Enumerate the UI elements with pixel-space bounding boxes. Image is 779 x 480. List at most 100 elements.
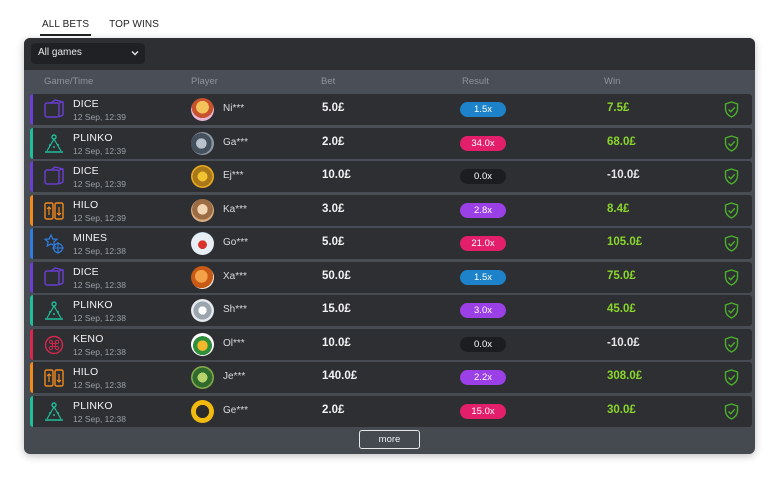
result-multiplier: 3.0x	[460, 303, 506, 318]
bet-time: 12 Sep, 12:39	[73, 145, 126, 156]
shield-check-icon[interactable]	[724, 369, 739, 386]
column-win: Win	[604, 76, 621, 87]
shield-check-icon[interactable]	[724, 168, 739, 185]
table-row[interactable]: HILO 12 Sep, 12:39 Ka*** 3.0£ 2.8x 8.4£	[30, 194, 752, 226]
win-amount: -10.0£	[607, 336, 640, 349]
game-accent-bar	[30, 161, 33, 192]
bet-time: 12 Sep, 12:38	[73, 413, 126, 424]
bet-time: 12 Sep, 12:39	[73, 212, 126, 223]
shield-check-icon[interactable]	[724, 268, 739, 286]
column-result: Result	[462, 76, 489, 87]
bet-amount: 5.0£	[322, 102, 345, 114]
avatar-icon	[191, 366, 214, 389]
game-accent-bar	[30, 228, 33, 259]
bets-tabs: ALL BETS TOP WINS	[40, 16, 161, 36]
game-name: PLINKO	[73, 399, 113, 412]
game-accent-bar	[30, 194, 33, 226]
avatar-icon	[191, 399, 214, 423]
shield-check-icon[interactable]	[724, 402, 739, 420]
bet-time: 12 Sep, 12:38	[73, 380, 126, 390]
result-multiplier: 2.2x	[460, 370, 506, 385]
bet-time: 12 Sep, 12:38	[73, 313, 126, 323]
avatar-icon	[191, 332, 214, 356]
shield-check-icon[interactable]	[724, 235, 739, 252]
win-amount: 45.0£	[607, 303, 636, 315]
bet-amount: 50.0£	[322, 269, 351, 282]
bet-amount: 15.0£	[322, 303, 351, 315]
player-name: Sh***	[223, 304, 247, 315]
game-accent-bar	[30, 362, 33, 393]
hilo-icon	[43, 367, 65, 389]
game-name: KENO	[73, 332, 104, 345]
tab-all-bets[interactable]: ALL BETS	[40, 16, 92, 36]
win-amount: 75.0£	[607, 269, 636, 282]
bet-amount: 3.0£	[322, 202, 345, 215]
game-name: HILO	[73, 198, 99, 211]
bet-amount: 2.0£	[322, 403, 345, 416]
keno-icon	[43, 334, 65, 356]
player-name: Xa***	[223, 270, 247, 282]
game-name: HILO	[73, 366, 99, 378]
game-name: DICE	[73, 165, 99, 177]
mines-icon	[43, 233, 65, 255]
bet-amount: 2.0£	[322, 135, 345, 148]
table-row[interactable]: PLINKO 12 Sep, 12:38 Ge*** 2.0£ 15.0x 30…	[30, 395, 752, 427]
plinko-icon	[43, 401, 65, 423]
column-bet: Bet	[321, 76, 336, 87]
result-multiplier: 1.5x	[460, 102, 506, 117]
table-header: Game/Time Player Bet Result Win	[24, 76, 755, 92]
plinko-icon	[43, 300, 65, 322]
game-accent-bar	[30, 127, 33, 159]
bet-amount: 10.0£	[322, 336, 351, 349]
bet-time: 12 Sep, 12:39	[73, 112, 126, 122]
avatar-icon	[191, 165, 214, 188]
shield-check-icon[interactable]	[724, 302, 739, 319]
shield-check-icon[interactable]	[724, 134, 739, 152]
avatar-icon	[191, 232, 214, 255]
result-multiplier: 21.0x	[460, 236, 506, 251]
player-name: Je***	[223, 371, 246, 382]
bet-time: 12 Sep, 12:38	[73, 346, 126, 357]
game-accent-bar	[30, 395, 33, 427]
player-name: Ka***	[223, 203, 247, 215]
player-name: Go***	[223, 237, 249, 248]
bets-panel: All games Game/Time Player Bet Result Wi…	[24, 38, 755, 454]
bet-amount: 5.0£	[322, 236, 345, 248]
shield-check-icon[interactable]	[724, 201, 739, 219]
game-name: PLINKO	[73, 131, 113, 144]
result-multiplier: 1.5x	[460, 269, 506, 285]
game-accent-bar	[30, 94, 33, 125]
dice-icon	[43, 266, 65, 289]
game-filter-value: All games	[38, 47, 82, 58]
shield-check-icon[interactable]	[724, 101, 739, 118]
result-multiplier: 34.0x	[460, 135, 506, 151]
win-amount: 7.5£	[607, 102, 630, 114]
table-row[interactable]: DICE 12 Sep, 12:39 Ej*** 10.0£ 0.0x -10.…	[30, 161, 752, 192]
chevron-down-icon	[131, 51, 139, 56]
player-name: Ni***	[223, 103, 245, 114]
table-row[interactable]: PLINKO 12 Sep, 12:38 Sh*** 15.0£ 3.0x 45…	[30, 295, 752, 326]
avatar-icon	[191, 299, 214, 322]
table-row[interactable]: KENO 12 Sep, 12:38 Ol*** 10.0£ 0.0x -10.…	[30, 328, 752, 360]
win-amount: 105.0£	[607, 236, 643, 248]
result-multiplier: 15.0x	[460, 403, 506, 419]
hilo-icon	[43, 200, 65, 222]
more-button[interactable]: more	[359, 430, 420, 449]
player-name: Ge***	[223, 404, 249, 416]
game-accent-bar	[30, 261, 33, 293]
shield-check-icon[interactable]	[724, 335, 739, 353]
bet-time: 12 Sep, 12:39	[73, 179, 126, 189]
avatar-icon	[191, 265, 214, 289]
game-accent-bar	[30, 328, 33, 360]
tab-top-wins[interactable]: TOP WINS	[107, 16, 161, 36]
table-row[interactable]: DICE 12 Sep, 12:38 Xa*** 50.0£ 1.5x 75.0…	[30, 261, 752, 293]
table-row[interactable]: HILO 12 Sep, 12:38 Je*** 140.0£ 2.2x 308…	[30, 362, 752, 393]
player-name: Ej***	[223, 170, 244, 181]
table-row[interactable]: DICE 12 Sep, 12:39 Ni*** 5.0£ 1.5x 7.5£	[30, 94, 752, 125]
column-game-time: Game/Time	[44, 76, 94, 87]
table-row[interactable]: MINES 12 Sep, 12:38 Go*** 5.0£ 21.0x 105…	[30, 228, 752, 259]
game-accent-bar	[30, 295, 33, 326]
table-row[interactable]: PLINKO 12 Sep, 12:39 Ga*** 2.0£ 34.0x 68…	[30, 127, 752, 159]
game-filter-select[interactable]: All games	[31, 43, 145, 64]
game-name: DICE	[73, 98, 99, 110]
